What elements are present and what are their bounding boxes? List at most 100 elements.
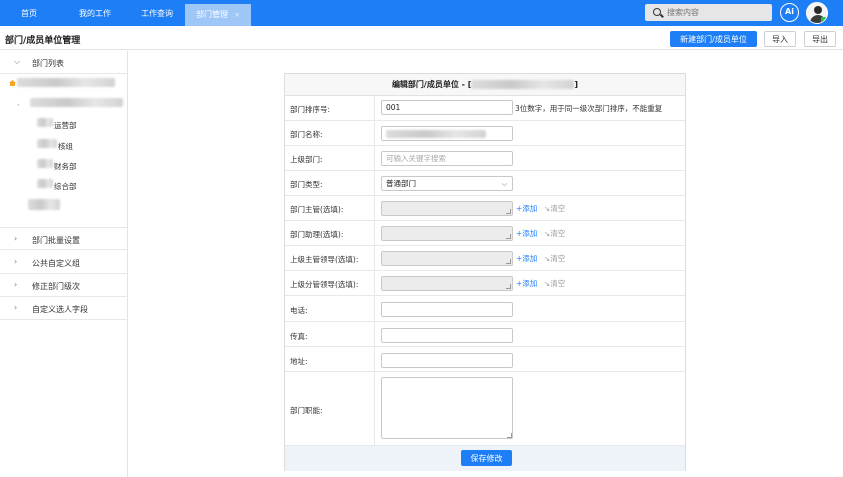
online-status-icon xyxy=(821,17,827,23)
tab-my-work[interactable]: 我的工作 xyxy=(66,0,124,26)
sup-branch-clear-link[interactable]: ↘清空 xyxy=(544,278,565,289)
save-bar: 保存修改 xyxy=(285,446,685,471)
sup-manager-add-link[interactable]: +添加 xyxy=(516,253,537,264)
sidebar-dept-list-label: 部门列表 xyxy=(32,59,64,68)
assistant-label: 部门助理(选填): xyxy=(290,230,344,239)
row-assistant: 部门助理(选填): +添加 ↘清空 xyxy=(285,221,685,246)
tab-work-query[interactable]: 工作查询 xyxy=(128,0,186,26)
sort-input[interactable] xyxy=(381,100,513,115)
row-type: 部门类型: 普通部门 ⌵ xyxy=(285,171,685,196)
form-title: 编辑部门/成员单位 - [] xyxy=(285,74,685,96)
sup-branch-label: 上级分管领导(选填): xyxy=(290,280,359,289)
tree-item-finance[interactable]: 财务部 xyxy=(54,161,77,172)
fax-label: 传真: xyxy=(290,332,308,341)
sidebar: ⌵ 部门列表 ˎ 运营部 核组 财务部 综合部 › 部门批量设置 › 公共自定义… xyxy=(0,51,128,477)
duty-label: 部门职能: xyxy=(290,406,323,415)
sort-hint: 3位数字，用于同一级次部门排序，不能重复 xyxy=(515,104,663,113)
save-button[interactable]: 保存修改 xyxy=(461,450,512,466)
sidebar-item-label: 公共自定义组 xyxy=(32,259,80,268)
user-avatar[interactable] xyxy=(806,2,828,24)
tab-home[interactable]: 首页 xyxy=(0,0,58,26)
top-nav-bar: 首页 我的工作 工作查询 部门管理 × Ai xyxy=(0,0,843,26)
chevron-right-icon: › xyxy=(14,303,18,312)
row-manager: 部门主管(选填): +添加 ↘清空 xyxy=(285,196,685,221)
manager-label: 部门主管(选填): xyxy=(290,205,344,214)
sup-branch-field[interactable] xyxy=(381,276,513,291)
phone-label: 电话: xyxy=(290,306,308,315)
phone-input[interactable] xyxy=(381,302,513,317)
assistant-field[interactable] xyxy=(381,226,513,241)
row-fax: 传真: xyxy=(285,322,685,347)
chevron-right-icon: › xyxy=(14,234,18,243)
tree-item-operations[interactable]: 运营部 xyxy=(54,120,77,131)
fax-input[interactable] xyxy=(381,328,513,343)
tree-expand-icon[interactable]: ˎ xyxy=(17,98,21,106)
ai-assistant-icon[interactable]: Ai xyxy=(780,3,799,22)
manager-field[interactable] xyxy=(381,201,513,216)
row-parent: 上级部门: xyxy=(285,146,685,171)
chevron-down-icon: ⌵ xyxy=(501,180,507,188)
manager-add-link[interactable]: +添加 xyxy=(516,203,537,214)
resize-handle-icon[interactable] xyxy=(506,284,511,289)
home-icon xyxy=(9,80,16,86)
name-label: 部门名称: xyxy=(290,130,323,139)
type-select[interactable]: 普通部门 ⌵ xyxy=(381,176,513,191)
chevron-down-icon: ⌵ xyxy=(14,57,21,66)
tree-root-redacted[interactable] xyxy=(17,78,115,87)
row-sup-branch: 上级分管领导(选填): +添加 ↘清空 xyxy=(285,271,685,296)
import-button[interactable]: 导入 xyxy=(764,31,796,47)
assistant-add-link[interactable]: +添加 xyxy=(516,228,537,239)
sidebar-item-label: 部门批量设置 xyxy=(32,236,80,245)
sidebar-dept-list-header[interactable]: ⌵ 部门列表 xyxy=(0,51,128,74)
sup-manager-label: 上级主管领导(选填): xyxy=(290,255,359,264)
page-title: 部门/成员单位管理 xyxy=(5,36,81,46)
parent-input[interactable] xyxy=(381,151,513,166)
redacted-dept-name xyxy=(471,80,575,89)
type-label: 部门类型: xyxy=(290,180,323,189)
sup-manager-field[interactable] xyxy=(381,251,513,266)
row-sort: 部门排序号: 3位数字，用于同一级次部门排序，不能重复 xyxy=(285,96,685,121)
tab-dept-management[interactable]: 部门管理 × xyxy=(185,4,251,26)
search-input[interactable] xyxy=(667,4,767,21)
sidebar-item-label: 修正部门级次 xyxy=(32,282,80,291)
resize-handle-icon[interactable] xyxy=(506,259,511,264)
address-label: 地址: xyxy=(290,357,308,366)
type-select-value: 普通部门 xyxy=(386,179,416,188)
address-input[interactable] xyxy=(381,353,513,368)
new-dept-button[interactable]: 新建部门/成员单位 xyxy=(670,31,757,47)
search-icon xyxy=(653,8,661,16)
sidebar-item-public-groups[interactable]: › 公共自定义组 xyxy=(0,251,128,274)
tree-node-redacted[interactable] xyxy=(30,98,123,107)
sidebar-item-label: 自定义选人字段 xyxy=(32,305,88,314)
sidebar-item-batch-settings[interactable]: › 部门批量设置 xyxy=(0,227,128,250)
name-input[interactable] xyxy=(381,126,513,141)
tree-item-general[interactable]: 综合部 xyxy=(54,181,77,192)
row-address: 地址: xyxy=(285,347,685,372)
row-duty: 部门职能: xyxy=(285,372,685,446)
assistant-clear-link[interactable]: ↘清空 xyxy=(544,228,565,239)
resize-handle-icon[interactable] xyxy=(506,234,511,239)
tree-node-redacted[interactable] xyxy=(28,199,60,210)
duty-textarea[interactable] xyxy=(381,377,513,439)
page-header: 部门/成员单位管理 新建部门/成员单位 导入 导出 xyxy=(0,26,843,50)
global-search[interactable] xyxy=(645,4,772,21)
manager-clear-link[interactable]: ↘清空 xyxy=(544,203,565,214)
sup-branch-add-link[interactable]: +添加 xyxy=(516,278,537,289)
resize-handle-icon[interactable] xyxy=(506,209,511,214)
edit-dept-form: 编辑部门/成员单位 - [] 部门排序号: 3位数字，用于同一级次部门排序，不能… xyxy=(284,73,686,471)
close-icon[interactable]: × xyxy=(234,11,240,19)
row-sup-manager: 上级主管领导(选填): +添加 ↘清空 xyxy=(285,246,685,271)
chevron-right-icon: › xyxy=(14,257,18,266)
sidebar-item-custom-fields[interactable]: › 自定义选人字段 xyxy=(0,297,128,320)
export-button[interactable]: 导出 xyxy=(804,31,836,47)
chevron-right-icon: › xyxy=(14,280,18,289)
sidebar-item-fix-levels[interactable]: › 修正部门级次 xyxy=(0,274,128,297)
row-phone: 电话: xyxy=(285,296,685,322)
row-name: 部门名称: xyxy=(285,121,685,146)
tree-item-audit-group[interactable]: 核组 xyxy=(58,141,73,152)
parent-label: 上级部门: xyxy=(290,155,323,164)
resize-handle-icon[interactable] xyxy=(507,433,512,438)
sup-manager-clear-link[interactable]: ↘清空 xyxy=(544,253,565,264)
sort-label: 部门排序号: xyxy=(290,105,331,114)
tab-dept-management-label: 部门管理 xyxy=(196,10,229,19)
